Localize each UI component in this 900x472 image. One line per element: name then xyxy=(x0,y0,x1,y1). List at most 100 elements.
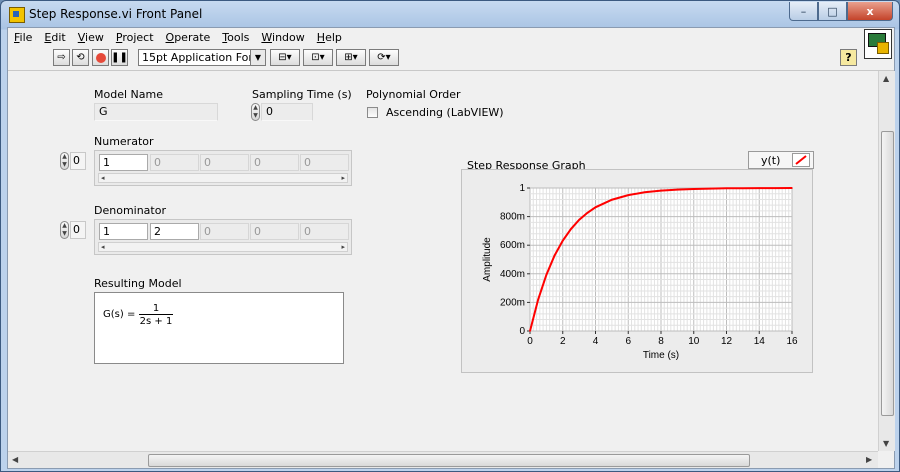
font-selector[interactable]: 15pt Application Font ▼ xyxy=(138,49,266,66)
toolbar: ⇨ ⟲ ❚❚ 15pt Application Font ▼ ⊟▾ ⊡▾ ⊞▾ … xyxy=(8,46,894,71)
x-tick-label: 16 xyxy=(786,336,798,347)
resulting-model-label: Resulting Model xyxy=(94,277,182,290)
denominator-scrollbar[interactable]: ◂ ▸ xyxy=(98,242,348,252)
denominator-array: 1 2 0 0 0 ◂ ▸ xyxy=(94,219,352,255)
model-name-field[interactable]: G xyxy=(94,103,218,121)
numerator-cell[interactable]: 0 xyxy=(300,154,349,171)
x-tick-label: 2 xyxy=(560,336,566,347)
denominator-index[interactable]: 0 xyxy=(70,221,86,239)
numerator-cell[interactable]: 0 xyxy=(250,154,299,171)
y-tick-label: 800m xyxy=(500,212,525,223)
denominator-cell[interactable]: 0 xyxy=(300,223,349,240)
scroll-right-icon[interactable]: ▸ xyxy=(341,243,345,251)
scroll-left-icon[interactable]: ◂ xyxy=(101,243,105,251)
font-selector-value: 15pt Application Font xyxy=(142,51,260,64)
model-name-label: Model Name xyxy=(94,88,163,101)
legend-line-swatch[interactable] xyxy=(792,153,810,167)
vertical-scroll-thumb[interactable] xyxy=(881,131,894,416)
align-objects-icon[interactable]: ⊟▾ xyxy=(270,49,300,66)
numerator-cell[interactable]: 1 xyxy=(99,154,148,171)
numerator-index-spinner[interactable]: ▲ ▼ xyxy=(60,152,69,170)
scroll-right-icon[interactable]: ▸ xyxy=(341,174,345,182)
data-point xyxy=(725,187,728,190)
x-tick-label: 6 xyxy=(625,336,631,347)
data-point xyxy=(594,206,597,209)
scroll-down-icon[interactable]: ▼ xyxy=(883,439,889,448)
sampling-time-field[interactable]: 0 xyxy=(261,103,313,121)
data-point xyxy=(774,187,777,189)
data-point xyxy=(791,187,793,189)
y-tick-label: 0 xyxy=(519,326,525,337)
close-button[interactable]: x xyxy=(847,2,893,21)
plot-svg[interactable]: 0 2 4 6 8 10 12 14 16 0 200m 400m 600m 800m 1 Time (s) A… xyxy=(462,170,812,372)
y-tick-label: 200m xyxy=(500,297,525,308)
denominator-cell[interactable]: 0 xyxy=(250,223,299,240)
menu-window[interactable]: Window xyxy=(255,31,310,44)
numerator-scrollbar[interactable]: ◂ ▸ xyxy=(98,173,348,183)
maximize-button[interactable]: □ xyxy=(818,2,847,21)
resize-objects-icon[interactable]: ⊞▾ xyxy=(336,49,366,66)
data-point xyxy=(611,198,613,201)
reorder-icon[interactable]: ⟳▾ xyxy=(369,49,399,66)
labview-vi-icon xyxy=(9,7,25,23)
title-bar[interactable]: Step Response.vi Front Panel – □ x xyxy=(1,1,899,27)
denominator-cell[interactable]: 0 xyxy=(200,223,249,240)
scroll-left-icon[interactable]: ◀ xyxy=(12,455,18,464)
step-response-graph[interactable]: 0 2 4 6 8 10 12 14 16 0 200m 400m 600m 800m 1 Time (s) A… xyxy=(461,169,813,373)
scroll-right-icon[interactable]: ▶ xyxy=(866,455,872,464)
menu-tools[interactable]: Tools xyxy=(216,31,255,44)
scroll-left-icon[interactable]: ◂ xyxy=(101,174,105,182)
menu-project[interactable]: Project xyxy=(110,31,160,44)
data-point xyxy=(561,239,564,242)
vertical-scrollbar[interactable]: ▲ ▼ xyxy=(878,71,895,451)
numerator-cell[interactable]: 0 xyxy=(200,154,249,171)
x-tick-label: 10 xyxy=(688,336,700,347)
denominator-cell[interactable]: 2 xyxy=(150,223,199,240)
menu-help[interactable]: Help xyxy=(311,31,348,44)
run-continuously-icon[interactable]: ⟲ xyxy=(72,49,89,66)
resulting-model-display: G(s) = 1 2s + 1 xyxy=(94,292,344,364)
numerator-cell[interactable]: 0 xyxy=(150,154,199,171)
context-help-icon[interactable]: ? xyxy=(840,49,857,66)
x-tick-label: 12 xyxy=(721,336,733,347)
vi-connector-icon[interactable] xyxy=(864,29,892,59)
data-point xyxy=(529,330,531,332)
data-point xyxy=(553,254,556,257)
legend-series-name: y(t) xyxy=(761,154,781,167)
plot-legend[interactable]: y(t) xyxy=(748,151,814,169)
front-panel: Model Name G Sampling Time (s) ▲ ▼ 0 Poly… xyxy=(8,71,878,451)
pause-icon[interactable]: ❚❚ xyxy=(111,49,128,66)
run-arrow-icon[interactable]: ⇨ xyxy=(53,49,70,66)
numerator-label: Numerator xyxy=(94,135,154,148)
menu-edit[interactable]: Edit xyxy=(38,31,71,44)
data-point xyxy=(692,188,695,190)
window: Step Response.vi Front Panel – □ x File … xyxy=(0,0,900,472)
model-lhs: G(s) = xyxy=(103,309,136,320)
menu-operate[interactable]: Operate xyxy=(160,31,217,44)
denominator-index-spinner[interactable]: ▲ ▼ xyxy=(60,221,69,239)
data-point xyxy=(676,188,679,191)
data-point xyxy=(570,228,572,230)
numerator-index[interactable]: 0 xyxy=(70,152,86,170)
menu-file[interactable]: File xyxy=(8,31,38,44)
ascending-checkbox[interactable] xyxy=(367,107,378,118)
abort-stop-icon[interactable] xyxy=(92,49,109,66)
menu-view[interactable]: View xyxy=(72,31,110,44)
distribute-objects-icon[interactable]: ⊡▾ xyxy=(303,49,333,66)
menu-bar: File Edit View Project Operate Tools Win… xyxy=(8,28,894,46)
sampling-time-spinner[interactable]: ▲ ▼ xyxy=(251,103,260,121)
horizontal-scrollbar[interactable]: ◀ ▶ xyxy=(8,451,878,468)
data-point xyxy=(578,219,580,221)
data-point xyxy=(709,187,711,190)
scroll-up-icon[interactable]: ▲ xyxy=(883,74,889,83)
chevron-down-icon: ▼ xyxy=(250,50,265,65)
y-tick-label: 1 xyxy=(519,183,525,194)
data-point xyxy=(586,212,589,214)
horizontal-scroll-thumb[interactable] xyxy=(148,454,750,467)
denominator-cell[interactable]: 1 xyxy=(99,223,148,240)
data-point xyxy=(758,187,761,189)
minimize-button[interactable]: – xyxy=(789,2,818,21)
x-tick-label: 4 xyxy=(593,336,599,347)
x-tick-label: 0 xyxy=(527,336,533,347)
y-tick-label: 600m xyxy=(500,240,525,251)
